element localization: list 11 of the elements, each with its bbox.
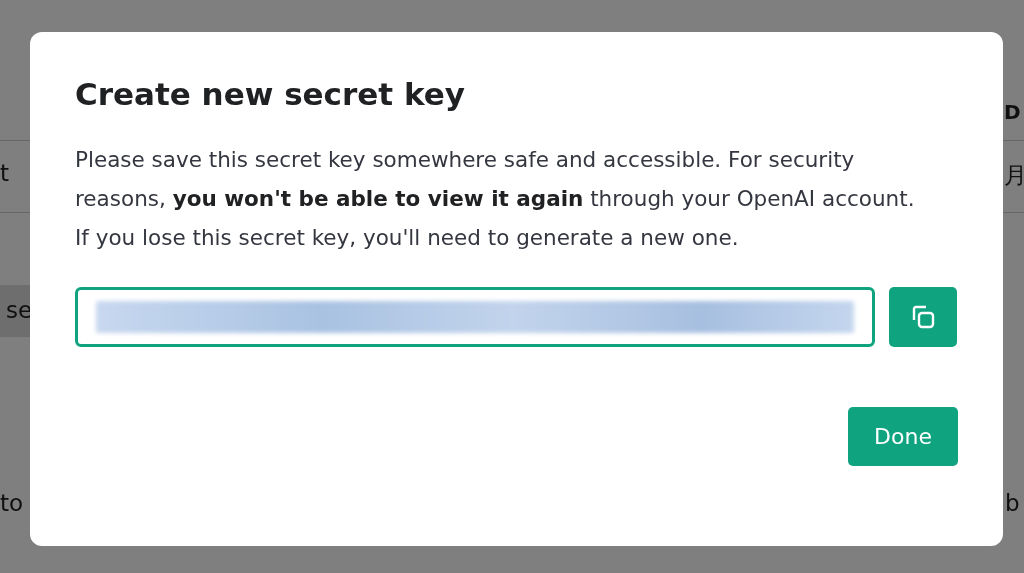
dialog-title: Create new secret key	[75, 75, 465, 114]
dialog-message: Please save this secret key somewhere safe and accessible. For security reasons, you won't be able to view it again through your OpenAI account. If you lose this secret key, you'll need to generate a new one.	[75, 146, 915, 252]
copy-button[interactable]	[889, 287, 957, 347]
background-text: se	[6, 297, 33, 323]
background-text: to	[0, 490, 24, 516]
background-text: D	[1004, 100, 1021, 124]
background-text: 月	[1004, 162, 1024, 188]
background-text: t	[0, 160, 10, 186]
secret-key-field[interactable]	[75, 287, 875, 347]
done-button[interactable]: Done	[848, 407, 958, 466]
background-text: b	[1005, 490, 1020, 516]
